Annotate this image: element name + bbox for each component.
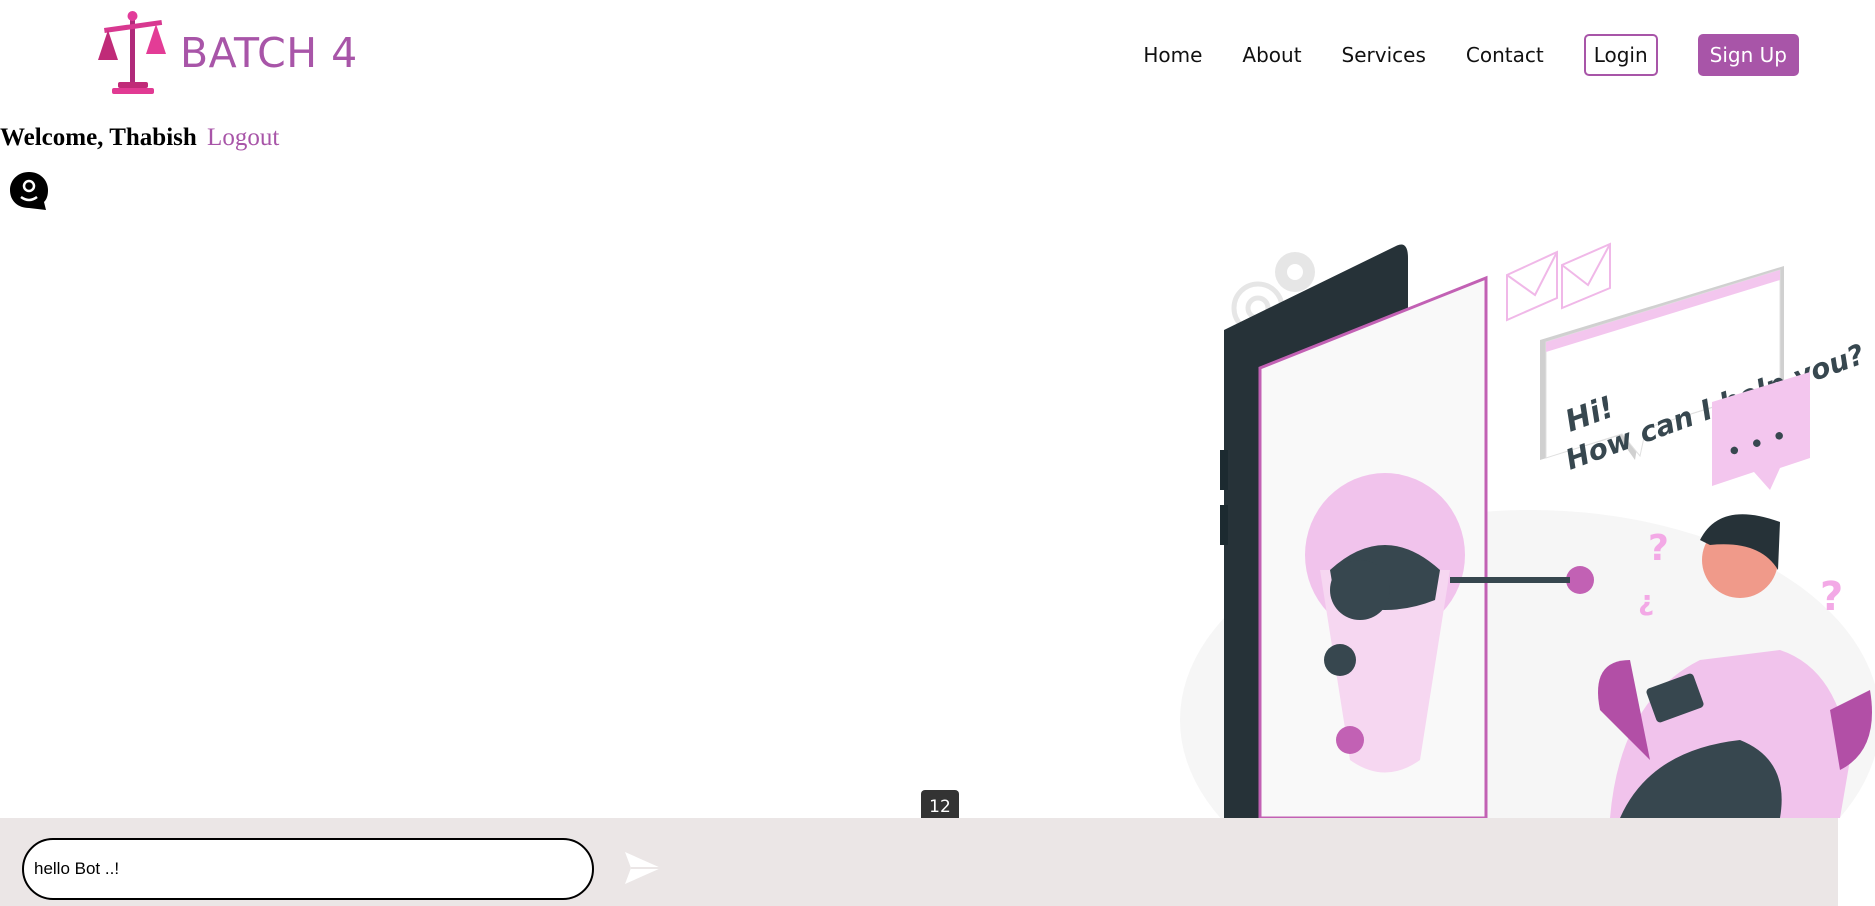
logout-link[interactable]: Logout <box>207 124 279 151</box>
login-button[interactable]: Login <box>1583 34 1658 76</box>
nav-home[interactable]: Home <box>1143 34 1202 76</box>
nav-contact[interactable]: Contact <box>1466 34 1544 76</box>
svg-text:?: ? <box>1820 574 1843 620</box>
svg-text:?: ? <box>1648 528 1669 569</box>
chatbot-icon[interactable] <box>8 170 50 212</box>
chat-input-bar <box>0 818 1838 906</box>
main-nav: Home About Services Contact Login Sign U… <box>1143 34 1799 76</box>
signup-button[interactable]: Sign Up <box>1697 34 1799 76</box>
nav-about[interactable]: About <box>1242 34 1301 76</box>
mail-icon <box>1506 242 1611 322</box>
welcome-line: Welcome, Thabish Logout <box>0 124 279 152</box>
chatbot-illustration: Hi! How can I help you? • • • ? ? ¿ <box>1180 242 1875 818</box>
welcome-text: Welcome, Thabish <box>0 124 197 151</box>
svg-text:¿: ¿ <box>1638 584 1654 617</box>
chat-message-input[interactable] <box>22 838 594 900</box>
scales-of-justice-icon <box>98 11 166 94</box>
brand-name: BATCH 4 <box>180 28 358 77</box>
header: BATCH 4 Home About Services Contact Logi… <box>0 0 1875 112</box>
send-icon[interactable] <box>622 848 664 888</box>
brand-logo[interactable]: BATCH 4 <box>96 10 358 96</box>
nav-services[interactable]: Services <box>1342 34 1426 76</box>
